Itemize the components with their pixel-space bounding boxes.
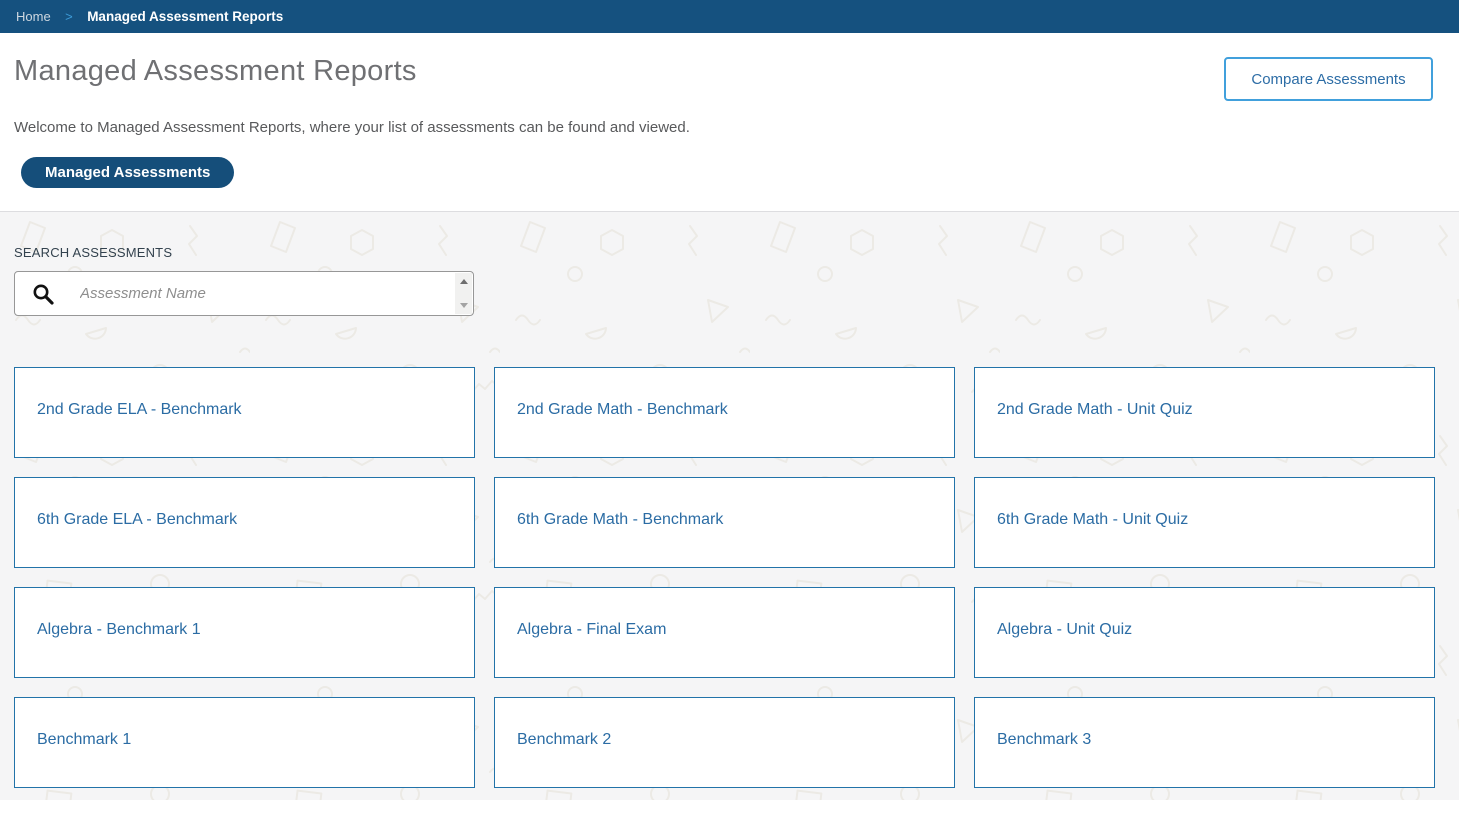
assessment-card[interactable]: Benchmark 1 [14,697,475,788]
assessment-card[interactable]: Benchmark 2 [494,697,955,788]
input-scrollbar[interactable] [455,273,472,314]
assessment-card-label: 6th Grade Math - Unit Quiz [997,511,1188,529]
page-subtitle: Welcome to Managed Assessment Reports, w… [14,119,1433,136]
assessment-card[interactable]: 6th Grade Math - Benchmark [494,477,955,568]
assessment-card[interactable]: Benchmark 3 [974,697,1435,788]
main-content: SEARCH ASSESSMENTS 2nd Grade ELA - Bench… [0,211,1459,800]
compare-assessments-button[interactable]: Compare Assessments [1224,57,1433,101]
content-area: SEARCH ASSESSMENTS 2nd Grade ELA - Bench… [0,212,1459,788]
assessment-grid: 2nd Grade ELA - Benchmark 2nd Grade Math… [14,367,1435,788]
breadcrumb-current: Managed Assessment Reports [87,9,283,24]
assessment-card[interactable]: 2nd Grade Math - Unit Quiz [974,367,1435,458]
tab-managed-assessments[interactable]: Managed Assessments [21,157,234,188]
topbar: Home > Managed Assessment Reports [0,0,1459,33]
search-input[interactable] [55,272,454,315]
page-header: Managed Assessment Reports Compare Asses… [0,55,1459,211]
assessment-card[interactable]: 6th Grade ELA - Benchmark [14,477,475,568]
assessment-card-label: Algebra - Unit Quiz [997,621,1132,639]
assessment-card[interactable]: Algebra - Benchmark 1 [14,587,475,678]
scroll-down-icon[interactable] [460,303,468,308]
breadcrumb-separator: > [65,9,73,24]
scroll-up-icon[interactable] [460,279,468,284]
search-box [14,271,474,316]
assessment-card-label: Algebra - Benchmark 1 [37,621,201,639]
search-icon [31,282,55,306]
assessment-card[interactable]: 2nd Grade Math - Benchmark [494,367,955,458]
assessment-card[interactable]: 2nd Grade ELA - Benchmark [14,367,475,458]
assessment-card-label: Benchmark 2 [517,731,611,749]
assessment-card-label: 2nd Grade ELA - Benchmark [37,401,242,419]
assessment-card-label: Benchmark 1 [37,731,131,749]
assessment-card-label: Benchmark 3 [997,731,1091,749]
assessment-card[interactable]: Algebra - Final Exam [494,587,955,678]
assessment-card[interactable]: Algebra - Unit Quiz [974,587,1435,678]
assessment-card-label: 2nd Grade Math - Unit Quiz [997,401,1193,419]
breadcrumb: Home > Managed Assessment Reports [16,8,283,26]
breadcrumb-home-link[interactable]: Home [16,9,51,24]
assessment-card-label: Algebra - Final Exam [517,621,666,639]
assessment-card-label: 6th Grade Math - Benchmark [517,511,723,529]
assessment-card-label: 2nd Grade Math - Benchmark [517,401,728,419]
page-title: Managed Assessment Reports [14,55,417,88]
search-assessments-label: SEARCH ASSESSMENTS [14,245,1435,260]
assessment-card[interactable]: 6th Grade Math - Unit Quiz [974,477,1435,568]
assessment-card-label: 6th Grade ELA - Benchmark [37,511,237,529]
